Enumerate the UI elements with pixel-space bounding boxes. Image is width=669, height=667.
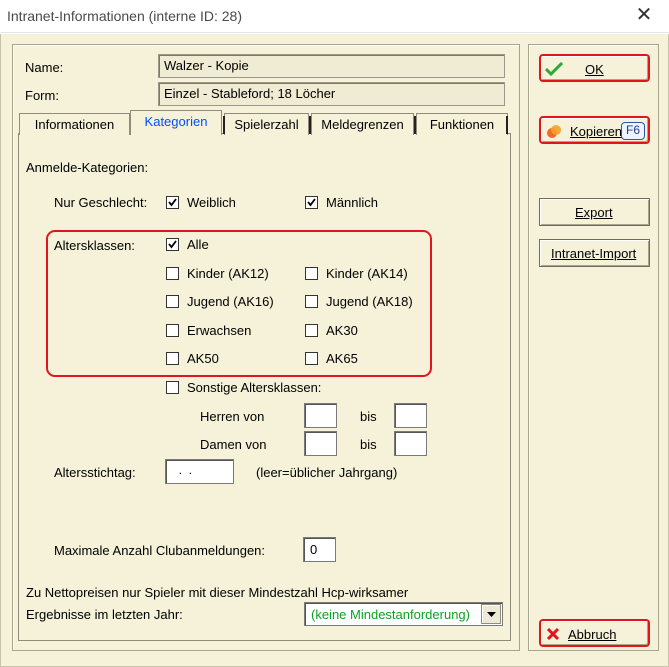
checkbox-kinder-ak14[interactable]	[305, 267, 318, 280]
checkbox-sonstige[interactable]	[166, 381, 179, 394]
titlebar: Intranet-Informationen (interne ID: 28) …	[0, 0, 669, 33]
herren-to-input[interactable]	[394, 403, 427, 428]
maennlich-label: Männlich	[326, 195, 379, 210]
checkmark-icon	[168, 240, 177, 249]
checkbox-ak30[interactable]	[305, 324, 318, 337]
ok-label: OK	[585, 62, 604, 77]
min-results-value: (keine Mindestanforderung)	[311, 607, 470, 622]
checkbox-weiblich[interactable]	[166, 196, 179, 209]
bis-label: bis	[360, 437, 377, 452]
ak50-label: AK50	[187, 351, 219, 366]
checkmark-icon	[168, 198, 177, 207]
checkbox-ak50[interactable]	[166, 352, 179, 365]
dropdown-arrow-button[interactable]	[481, 604, 501, 624]
damen-to-input[interactable]	[394, 431, 427, 456]
tab-divider	[223, 116, 225, 134]
net-price-label-2: Ergebnisse im letzten Jahr:	[26, 607, 183, 622]
bis-label: bis	[360, 409, 377, 424]
import-label: Intranet-Import	[551, 246, 637, 261]
checkmark-icon	[307, 198, 316, 207]
kinder-ak12-label: Kinder (AK12)	[187, 266, 269, 281]
damen-von-label: Damen von	[200, 437, 267, 452]
cutoff-hint: (leer=üblicher Jahrgang)	[256, 465, 398, 480]
weiblich-label: Weiblich	[187, 195, 236, 210]
max-club-value: 0	[310, 542, 318, 557]
herren-von-label: Herren von	[200, 409, 265, 424]
tab-label: Meldegrenzen	[321, 117, 404, 132]
registration-categories-heading: Anmelde-Kategorien:	[26, 160, 149, 175]
window-title: Intranet-Informationen (interne ID: 28)	[7, 8, 243, 24]
checkbox-erwachsen[interactable]	[166, 324, 179, 337]
intranet-import-button[interactable]: Intranet-Import	[539, 239, 650, 267]
checkbox-kinder-ak12[interactable]	[166, 267, 179, 280]
cutoff-value: . .	[172, 463, 193, 477]
net-price-label-1: Zu Nettopreisen nur Spieler mit dieser M…	[26, 585, 409, 600]
kinder-ak14-label: Kinder (AK14)	[326, 266, 408, 281]
tab-kategorien[interactable]: Kategorien	[130, 110, 222, 135]
alle-label: Alle	[187, 237, 209, 252]
form-value: Einzel - Stableford; 18 Löcher	[164, 86, 336, 101]
sonstige-label: Sonstige Altersklassen:	[187, 380, 322, 395]
cancel-icon	[546, 627, 560, 641]
tab-divider	[506, 116, 508, 134]
erwachsen-label: Erwachsen	[187, 323, 252, 338]
f6-key-badge: F6	[621, 122, 645, 140]
close-icon[interactable]: ✕	[631, 5, 657, 27]
ak30-label: AK30	[326, 323, 358, 338]
form-label: Form:	[25, 88, 59, 103]
min-results-select[interactable]: (keine Mindestanforderung)	[304, 602, 503, 626]
tab-funktionen[interactable]: Funktionen	[416, 113, 508, 135]
dropdown-arrow-icon	[487, 612, 496, 617]
tab-label: Informationen	[34, 117, 115, 132]
checkbox-jugend-ak18[interactable]	[305, 295, 318, 308]
checkbox-jugend-ak16[interactable]	[166, 295, 179, 308]
name-label: Name:	[25, 60, 64, 75]
copy-label: Kopieren	[570, 124, 623, 139]
copy-icon	[547, 125, 561, 138]
checkbox-maennlich[interactable]	[305, 196, 318, 209]
ok-button[interactable]: OK	[539, 54, 650, 82]
copy-button[interactable]: Kopieren F6	[539, 116, 650, 144]
checkbox-alle[interactable]	[166, 238, 179, 251]
name-field: Walzer - Kopie	[158, 54, 505, 78]
cutoff-date-input[interactable]: . .	[165, 459, 234, 484]
checkbox-ak65[interactable]	[305, 352, 318, 365]
max-club-label: Maximale Anzahl Clubanmeldungen:	[54, 543, 266, 558]
checkmark-icon	[545, 62, 563, 76]
tab-label: Spielerzahl	[234, 117, 299, 132]
tab-divider	[309, 116, 311, 134]
tab-meldegrenzen[interactable]: Meldegrenzen	[311, 113, 414, 135]
jugend-ak18-label: Jugend (AK18)	[326, 294, 413, 309]
cutoff-label: Altersstichtag:	[54, 465, 136, 480]
herren-from-input[interactable]	[304, 403, 337, 428]
tab-label: Funktionen	[429, 117, 495, 132]
tab-informationen[interactable]: Informationen	[19, 113, 130, 135]
name-value: Walzer - Kopie	[164, 58, 249, 73]
cancel-button[interactable]: Abbruch	[539, 619, 650, 647]
export-button[interactable]: Export	[539, 198, 650, 226]
age-classes-label: Altersklassen:	[54, 238, 135, 253]
gender-label: Nur Geschlecht:	[54, 195, 148, 210]
tab-spielerzahl[interactable]: Spielerzahl	[224, 113, 309, 135]
tab-divider	[414, 116, 416, 134]
export-label: Export	[575, 205, 613, 220]
jugend-ak16-label: Jugend (AK16)	[187, 294, 274, 309]
form-field: Einzel - Stableford; 18 Löcher	[158, 82, 505, 106]
tab-label: Kategorien	[144, 114, 208, 129]
damen-from-input[interactable]	[304, 431, 337, 456]
max-club-input[interactable]: 0	[303, 537, 336, 562]
ak65-label: AK65	[326, 351, 358, 366]
cancel-label: Abbruch	[568, 627, 617, 642]
